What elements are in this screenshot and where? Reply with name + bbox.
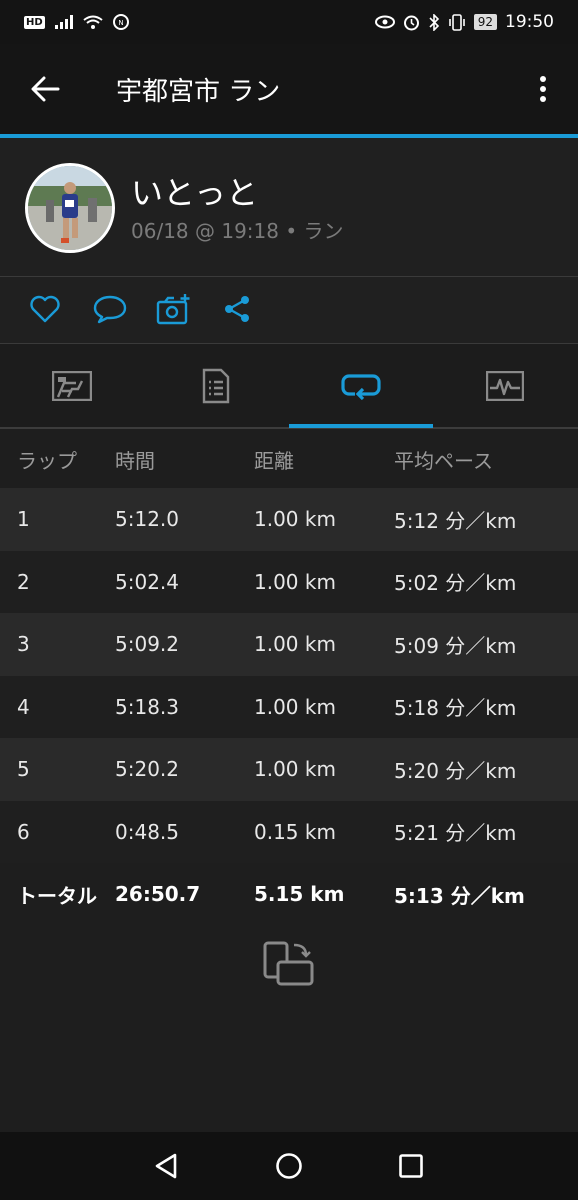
- lap-pace: 5:21 分／km: [394, 821, 517, 846]
- activity-header: いとっと 06/18 @ 19:18 • ラン: [0, 138, 578, 276]
- page-title: 宇都宮市 ラン: [116, 76, 281, 107]
- total-label: トータル: [17, 883, 97, 908]
- more-options-button[interactable]: [508, 44, 578, 134]
- back-button[interactable]: [0, 44, 90, 134]
- hd-indicator: HD: [24, 15, 45, 29]
- data-saver-icon: N: [112, 14, 129, 30]
- lap-time: 5:12.0: [115, 507, 179, 532]
- laps-tab-icon: [341, 374, 381, 400]
- lap-number: 5: [17, 757, 30, 782]
- more-vert-icon: [540, 76, 546, 102]
- status-bar: HD N 92 19:50: [0, 0, 578, 44]
- lap-number: 4: [17, 694, 30, 719]
- runner-photo-icon: [28, 166, 112, 250]
- triangle-back-icon: [155, 1153, 177, 1179]
- lap-distance: 1.00 km: [254, 569, 336, 594]
- header-distance: 距離: [254, 448, 294, 473]
- total-row: トータル 26:50.7 5.15 km 5:13 分／km: [0, 863, 578, 926]
- lap-time: 5:20.2: [115, 757, 179, 782]
- lap-pace: 5:20 分／km: [394, 758, 517, 783]
- action-bar: [0, 277, 578, 343]
- svg-text:N: N: [118, 19, 123, 27]
- total-pace: 5:13 分／km: [394, 883, 525, 908]
- eye-icon: [374, 15, 395, 29]
- status-right: 92 19:50: [374, 12, 554, 32]
- clock: 19:50: [505, 12, 554, 32]
- lap-pace: 5:09 分／km: [394, 633, 517, 658]
- lap-distance: 0.15 km: [254, 819, 336, 844]
- header-lap: ラップ: [17, 448, 77, 473]
- tab-details[interactable]: [144, 344, 288, 428]
- chart-tab-icon: [486, 371, 524, 401]
- lap-distance: 1.00 km: [254, 757, 336, 782]
- lap-pace: 5:18 分／km: [394, 696, 517, 721]
- table-row[interactable]: 4 5:18.3 1.00 km 5:18 分／km: [0, 675, 578, 738]
- active-tab-indicator: [289, 424, 433, 428]
- stats-tab-icon: [52, 371, 92, 401]
- lap-number: 1: [17, 507, 30, 532]
- circle-home-icon: [276, 1153, 302, 1179]
- avatar[interactable]: [25, 163, 115, 253]
- status-left: HD N: [24, 14, 129, 30]
- table-row[interactable]: 3 5:09.2 1.00 km 5:09 分／km: [0, 613, 578, 676]
- lap-pace: 5:02 分／km: [394, 571, 517, 596]
- like-button[interactable]: [25, 289, 65, 329]
- lap-time: 5:02.4: [115, 569, 179, 594]
- lap-time: 5:09.2: [115, 632, 179, 657]
- tab-chart[interactable]: [433, 344, 577, 428]
- activity-meta: 06/18 @ 19:18 • ラン: [131, 219, 344, 243]
- total-time: 26:50.7: [115, 882, 201, 907]
- wifi-icon: [83, 15, 103, 29]
- nav-back-button[interactable]: [146, 1146, 186, 1186]
- square-recents-icon: [399, 1154, 423, 1178]
- system-nav-bar: [0, 1132, 578, 1200]
- back-arrow-icon: [31, 76, 60, 102]
- lap-table: ラップ 時間 距離 平均ペース 1 5:12.0 1.00 km 5:12 分／…: [0, 430, 578, 926]
- nav-recents-button[interactable]: [391, 1146, 431, 1186]
- lap-number: 2: [17, 569, 30, 594]
- tab-laps[interactable]: [289, 344, 433, 428]
- tab-bar: [0, 344, 578, 428]
- table-row[interactable]: 6 0:48.5 0.15 km 5:21 分／km: [0, 800, 578, 863]
- lap-number: 6: [17, 819, 30, 844]
- add-photo-button[interactable]: [154, 289, 194, 329]
- heart-icon: [30, 295, 60, 323]
- total-distance: 5.15 km: [254, 882, 345, 907]
- header-pace: 平均ペース: [394, 448, 493, 473]
- lap-distance: 1.00 km: [254, 507, 336, 532]
- table-header: ラップ 時間 距離 平均ペース: [0, 430, 578, 488]
- vibrate-icon: [448, 13, 465, 31]
- table-row[interactable]: 2 5:02.4 1.00 km 5:02 分／km: [0, 550, 578, 613]
- lap-number: 3: [17, 632, 30, 657]
- rotate-screen-icon: [263, 941, 314, 986]
- bluetooth-icon: [429, 13, 439, 31]
- header-time: 時間: [115, 448, 155, 473]
- tab-stats[interactable]: [0, 344, 144, 428]
- share-button[interactable]: [217, 289, 257, 329]
- lap-time: 5:18.3: [115, 694, 179, 719]
- lap-distance: 1.00 km: [254, 632, 336, 657]
- comment-icon: [93, 295, 127, 324]
- signal-icon: [54, 15, 73, 29]
- lap-distance: 1.00 km: [254, 694, 336, 719]
- table-row[interactable]: 1 5:12.0 1.00 km 5:12 分／km: [0, 488, 578, 551]
- lap-time: 0:48.5: [115, 819, 179, 844]
- add-photo-icon: [156, 294, 190, 325]
- nav-home-button[interactable]: [269, 1146, 309, 1186]
- table-row[interactable]: 5 5:20.2 1.00 km 5:20 分／km: [0, 738, 578, 801]
- battery-indicator: 92: [473, 14, 497, 30]
- lap-pace: 5:12 分／km: [394, 508, 517, 533]
- rotate-screen-button[interactable]: [262, 940, 318, 992]
- app-bar: 宇都宮市 ラン: [0, 44, 578, 134]
- comment-button[interactable]: [90, 289, 130, 329]
- user-name[interactable]: いとっと: [131, 168, 258, 214]
- share-icon: [225, 296, 249, 322]
- details-tab-icon: [202, 368, 230, 404]
- alarm-icon: [403, 15, 419, 30]
